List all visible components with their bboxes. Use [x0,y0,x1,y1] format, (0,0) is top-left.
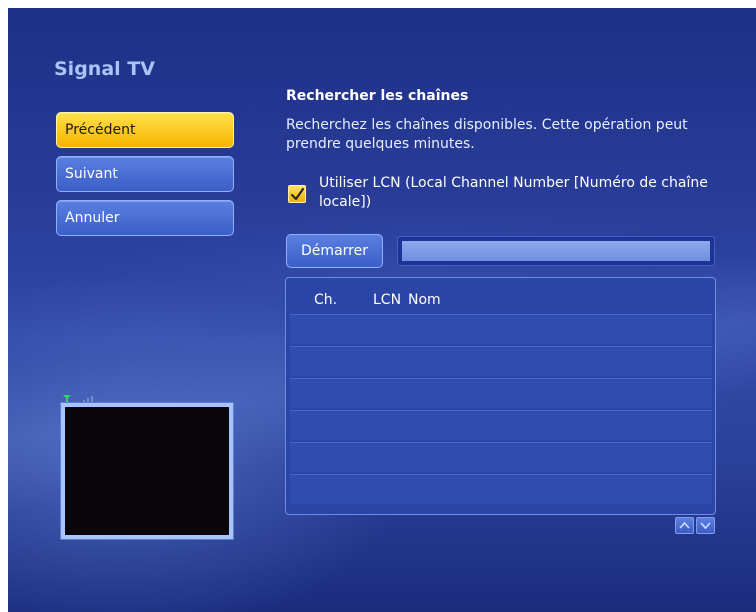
start-button[interactable]: Démarrer [286,234,383,268]
lcn-checkbox-label[interactable]: Utiliser LCN (Local Channel Number [Numé… [319,174,719,212]
video-preview [61,403,233,539]
scan-progress-bar [397,236,715,266]
signal-tv-window: Signal TV Précédent Suivant Annuler Rech… [8,8,756,612]
scroll-down-button[interactable] [696,517,715,534]
next-button[interactable]: Suivant [56,156,234,192]
column-header-lcn: LCN [373,292,402,308]
chevron-up-icon [679,521,690,529]
column-header-channel: Ch. [314,292,338,308]
scan-progress-fill [402,241,710,261]
table-row [290,378,712,408]
scroll-up-button[interactable] [675,517,694,534]
table-row [290,410,712,440]
chevron-down-icon [700,522,711,530]
section-description: Recherchez les chaînes disponibles. Cett… [286,117,688,152]
checkmark-icon [290,187,305,201]
table-row [290,442,712,472]
previous-button[interactable]: Précédent [56,112,234,148]
table-row [290,474,712,504]
lcn-checkbox[interactable] [288,185,306,203]
section-title: Rechercher les chaînes [286,88,469,104]
table-row [290,314,712,344]
cancel-button[interactable]: Annuler [56,200,234,236]
channel-table: Ch. LCN Nom [285,277,716,515]
column-header-name: Nom [408,292,441,308]
app-title: Signal TV [54,58,155,80]
table-row [290,346,712,376]
